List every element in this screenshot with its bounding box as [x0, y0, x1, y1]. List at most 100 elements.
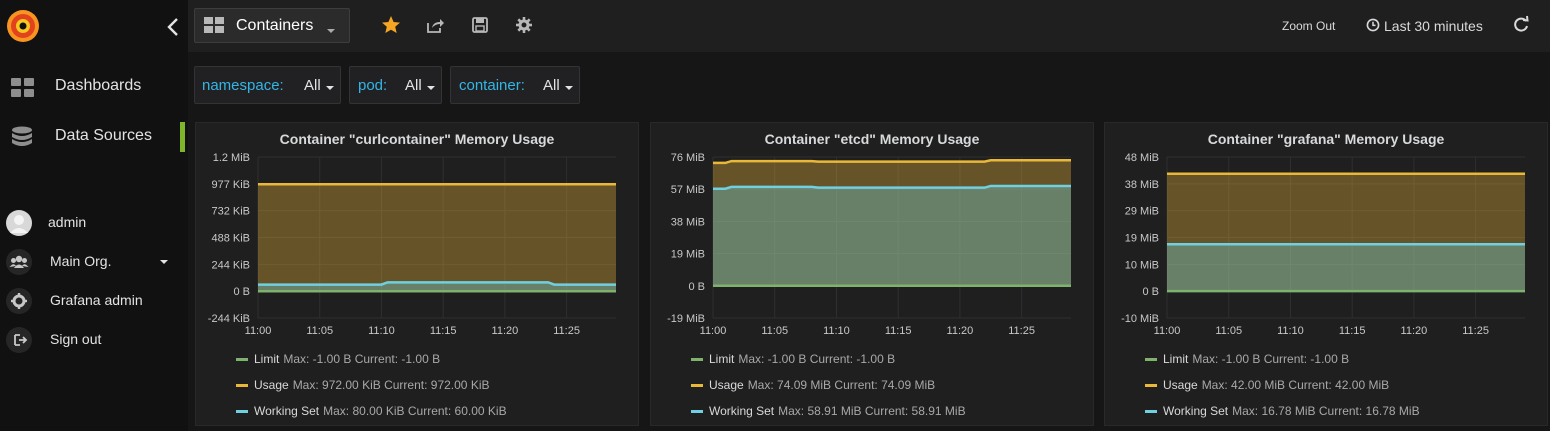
legend-item-usage[interactable]: Usage Max: 42.00 MiB Current: 42.00 MiB [1145, 378, 1389, 392]
series-area-working-set [1167, 244, 1525, 292]
clock-icon [1366, 18, 1380, 37]
legend-max: Max: -1.00 B [1192, 352, 1261, 366]
sidebar-item-dashboards[interactable]: Dashboards [0, 66, 188, 110]
grafana-logo[interactable] [5, 8, 41, 44]
panel-etcd-memory[interactable]: Container "etcd" Memory Usage 76 MiB 57 M… [650, 122, 1094, 426]
zoom-out-button[interactable]: Zoom Out [1282, 19, 1335, 33]
legend-item-usage[interactable]: Usage Max: 972.00 KiB Current: 972.00 KiB [236, 378, 490, 392]
legend-swatch [691, 358, 703, 362]
x-tick-label: 11:25 [1462, 325, 1489, 337]
dashboard-picker[interactable]: Containers [194, 8, 350, 43]
legend-swatch [1145, 384, 1157, 388]
sidebar-item-label: Dashboards [55, 77, 142, 94]
y-tick-label: 977 KiB [211, 179, 250, 191]
y-tick-label: 29 MiB [1125, 206, 1159, 218]
legend-item-working-set[interactable]: Working Set Max: 58.91 MiB Current: 58.91… [691, 404, 966, 418]
x-tick-label: 11:15 [885, 325, 912, 337]
variable-pod[interactable]: pod: All [349, 66, 442, 104]
legend-name: Working Set [254, 404, 320, 418]
dashboards-icon [10, 76, 36, 100]
x-tick-label: 11:10 [823, 325, 850, 337]
x-tick-label: 11:20 [1401, 325, 1428, 337]
legend-swatch [691, 410, 703, 414]
panel-curlcontainer-memory[interactable]: Container "curlcontainer" Memory Usage 1… [195, 122, 639, 426]
database-icon [10, 126, 36, 150]
variable-label: pod: [358, 77, 388, 94]
star-icon[interactable] [380, 14, 402, 36]
top-navbar: Containers Zoom Out Last 30 minutes [167, 0, 1550, 52]
user-menu-item-profile[interactable]: admin [0, 208, 188, 238]
legend-max: Max: 58.91 MiB [778, 404, 862, 418]
legend-current: Current: -1.00 B [1263, 352, 1350, 366]
legend-name: Usage [1163, 378, 1198, 392]
y-tick-label: 0 B [233, 286, 250, 298]
x-tick-label: 11:25 [553, 325, 580, 337]
save-icon[interactable] [469, 14, 491, 36]
legend-name: Usage [709, 378, 744, 392]
legend-swatch [236, 384, 248, 388]
legend-current: Current: -1.00 B [354, 352, 441, 366]
y-tick-label: 0 B [1142, 286, 1159, 298]
legend-max: Max: 80.00 KiB [323, 404, 405, 418]
legend-item-usage[interactable]: Usage Max: 74.09 MiB Current: 74.09 MiB [691, 378, 935, 392]
x-tick-label: 11:20 [492, 325, 519, 337]
variable-container[interactable]: container: All [450, 66, 580, 104]
user-menu-item-grafana-admin[interactable]: Grafana admin [0, 286, 188, 316]
legend-item-limit[interactable]: Limit Max: -1.00 B Current: -1.00 B [691, 352, 895, 366]
memory-chart[interactable]: 1.2 MiB 977 KiB 732 KiB 488 KiB 244 KiB 0 B -2… [196, 123, 638, 343]
x-tick-label: 11:10 [1277, 325, 1304, 337]
memory-chart[interactable]: 48 MiB 38 MiB 29 MiB 19 MiB 10 MiB 0 B -10 MiB… [1105, 123, 1547, 343]
x-tick-label: 11:10 [368, 325, 395, 337]
legend-item-limit[interactable]: Limit Max: -1.00 B Current: -1.00 B [236, 352, 440, 366]
refresh-icon[interactable] [1512, 15, 1530, 40]
y-tick-label: 19 MiB [671, 249, 705, 261]
back-chevron-icon[interactable] [163, 16, 185, 38]
user-menu-item-sign-out[interactable]: Sign out [0, 325, 188, 355]
x-tick-label: 11:20 [947, 325, 974, 337]
panel-grafana-memory[interactable]: Container "grafana" Memory Usage 48 MiB 3… [1104, 122, 1548, 426]
legend-name: Limit [1163, 352, 1189, 366]
legend-current: Current: 74.09 MiB [834, 378, 936, 392]
y-tick-label: 0 B [688, 281, 705, 293]
variable-label: namespace: [202, 77, 284, 94]
user-menu-label: Grafana admin [50, 292, 143, 308]
variable-value[interactable]: All [304, 77, 321, 94]
legend-name: Working Set [709, 404, 775, 418]
memory-chart[interactable]: 76 MiB 57 MiB 38 MiB 19 MiB 0 B -19 MiB11:00 1… [651, 123, 1093, 343]
x-tick-label: 11:25 [1008, 325, 1035, 337]
sidebar-item-data-sources[interactable]: Data Sources [0, 116, 188, 160]
legend-item-working-set[interactable]: Working Set Max: 80.00 KiB Current: 60.00… [236, 404, 507, 418]
legend-current: Current: 60.00 KiB [407, 404, 507, 418]
legend-item-limit[interactable]: Limit Max: -1.00 B Current: -1.00 B [1145, 352, 1349, 366]
time-range-picker[interactable]: Last 30 minutes [1384, 18, 1483, 34]
chevron-down-icon [427, 86, 435, 90]
y-tick-label: -10 MiB [1121, 313, 1159, 325]
user-menu-label: admin [48, 214, 87, 230]
dashboard-title: Containers [236, 17, 314, 34]
variable-namespace[interactable]: namespace: All [194, 66, 341, 104]
series-area-usage [258, 184, 616, 292]
y-tick-label: 488 KiB [211, 233, 250, 245]
legend-item-working-set[interactable]: Working Set Max: 16.78 MiB Current: 16.78… [1145, 404, 1420, 418]
variable-value[interactable]: All [543, 77, 560, 94]
legend-swatch [691, 384, 703, 388]
legend-current: Current: 42.00 MiB [1288, 378, 1390, 392]
x-tick-label: 11:15 [1339, 325, 1366, 337]
user-menu-label: Sign out [50, 331, 102, 347]
x-tick-label: 11:05 [761, 325, 788, 337]
legend-name: Limit [709, 352, 735, 366]
x-tick-label: 11:00 [1154, 325, 1181, 337]
settings-gear-icon[interactable] [513, 14, 535, 36]
legend-swatch [236, 410, 248, 414]
series-area-working-set [713, 185, 1071, 286]
legend-current: Current: 16.78 MiB [1318, 404, 1420, 418]
y-tick-label: -244 KiB [208, 313, 250, 325]
share-icon[interactable] [424, 14, 446, 36]
y-tick-label: 19 MiB [1125, 233, 1159, 245]
variable-value[interactable]: All [405, 77, 422, 94]
y-tick-label: 57 MiB [671, 184, 705, 196]
user-menu-label: Main Org. [50, 253, 112, 269]
user-menu-item-org[interactable]: Main Org. [0, 247, 188, 277]
chevron-down-icon [327, 29, 335, 33]
legend-swatch [1145, 358, 1157, 362]
